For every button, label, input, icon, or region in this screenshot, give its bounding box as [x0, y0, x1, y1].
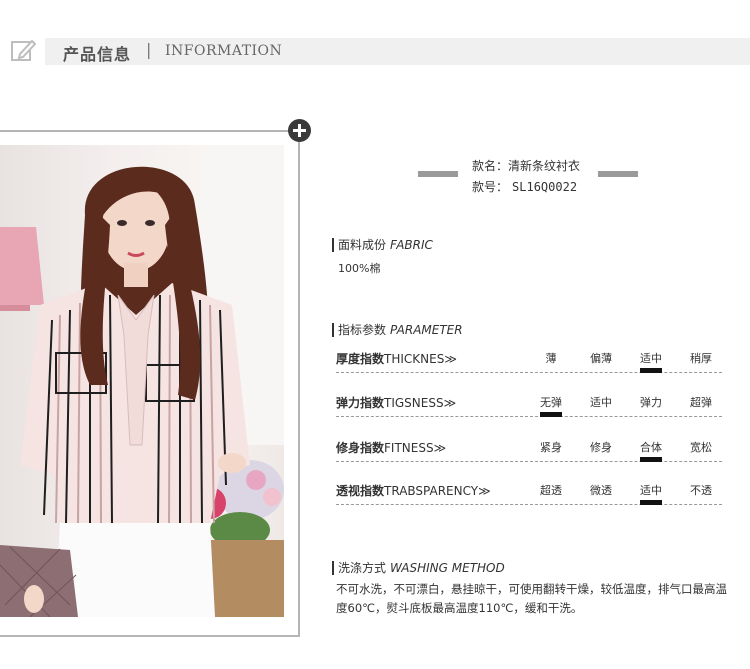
washing-instructions: 不可水洗，不可漂白，悬挂晾干，可使用翻转干燥，较低温度，排气口最高温度60℃，熨… [336, 582, 727, 615]
param-row-elasticity: 弹力指数TIGSNESS≫ 无弹 适中 弹力 超弹 [336, 386, 722, 417]
param-option: 稍厚 [690, 352, 712, 365]
param-row-thickness: 厚度指数THICKNES≫ 薄 偏薄 适中 稍厚 [336, 342, 722, 373]
product-photo [0, 145, 284, 617]
param-option: 适中 [590, 396, 612, 409]
fabric-heading: 面料成份 FABRIC [332, 238, 433, 252]
param-row-transparency: 透视指数TRABSPARENCY≫ 超透 微透 适中 不透 [336, 474, 722, 505]
param-option: 超弹 [690, 396, 712, 409]
title-decor-line-left [418, 171, 458, 177]
param-label: 修身指数FITNESS≫ [336, 439, 446, 456]
param-label-cn: 修身指数 [336, 441, 385, 455]
selected-mark [640, 500, 662, 505]
section-title-en: INFORMATION [165, 43, 283, 59]
param-label: 厚度指数THICKNES≫ [336, 350, 457, 367]
parameter-heading-en: PARAMETER [390, 323, 463, 337]
param-option: 微透 [590, 484, 612, 497]
style-number: 款号： SL16Q0022 [472, 178, 577, 195]
param-option: 适中 [631, 350, 671, 373]
title-decor-line-right [598, 171, 638, 177]
section-title-cn: 产品信息 [63, 45, 132, 64]
param-option: 无弹 [531, 394, 571, 417]
edit-icon [11, 39, 36, 61]
plus-icon[interactable] [288, 119, 311, 142]
selected-mark [640, 368, 662, 373]
param-option: 适中 [631, 482, 671, 505]
param-label: 透视指数TRABSPARENCY≫ [336, 482, 491, 499]
fabric-heading-en: FABRIC [390, 238, 433, 252]
param-label-cn: 厚度指数 [336, 352, 385, 366]
style-number-label: 款号： [472, 180, 509, 194]
param-label-cn: 透视指数 [336, 484, 385, 498]
param-label-cn: 弹力指数 [336, 396, 385, 410]
model-illustration [0, 145, 284, 617]
header-separator: | [146, 40, 152, 59]
washing-heading: 洗涤方式 WASHING METHOD [332, 561, 505, 575]
param-option: 不透 [690, 484, 712, 497]
parameter-heading: 指标参数 PARAMETER [332, 323, 463, 337]
param-option: 超透 [540, 484, 562, 497]
param-option: 宽松 [690, 441, 712, 454]
style-number-value: SL16Q0022 [512, 180, 578, 194]
style-name-label: 款名： [472, 159, 509, 173]
param-option: 合体 [631, 439, 671, 462]
fabric-value: 100%棉 [338, 262, 381, 275]
selected-mark [640, 457, 662, 462]
style-name: 款名：清新条纹衬衣 [472, 157, 580, 174]
param-option: 薄 [545, 352, 557, 365]
param-option: 偏薄 [590, 352, 612, 365]
fabric-heading-cn: 面料成份 [338, 238, 387, 252]
param-label-en: TIGSNESS≫ [384, 396, 457, 410]
washing-heading-en: WASHING METHOD [390, 561, 505, 575]
param-label: 弹力指数TIGSNESS≫ [336, 394, 456, 411]
param-row-fit: 修身指数FITNESS≫ 紧身 修身 合体 宽松 [336, 431, 722, 462]
style-name-value: 清新条纹衬衣 [508, 159, 581, 173]
param-option: 紧身 [540, 441, 562, 454]
param-option: 弹力 [640, 396, 662, 409]
param-label-en: TRABSPARENCY≫ [384, 484, 491, 498]
selected-mark [540, 412, 562, 417]
parameter-heading-cn: 指标参数 [338, 323, 387, 337]
param-label-en: THICKNES≫ [384, 352, 457, 366]
washing-heading-cn: 洗涤方式 [338, 561, 387, 575]
param-option: 修身 [590, 441, 612, 454]
param-label-en: FITNESS≫ [384, 441, 447, 455]
